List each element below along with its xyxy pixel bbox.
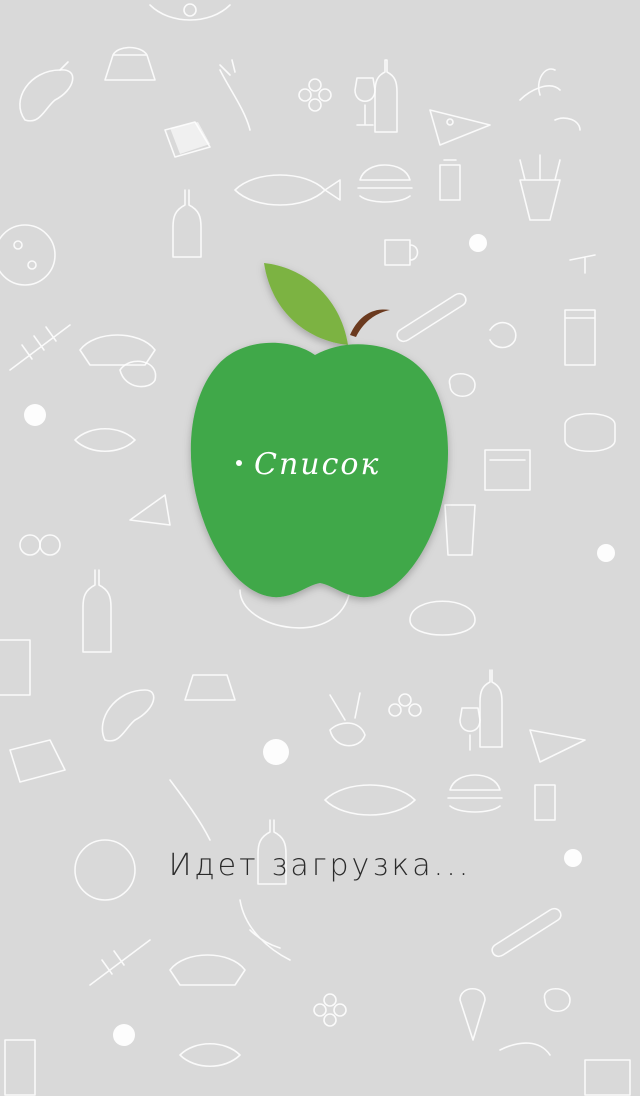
apple-stem	[350, 309, 390, 337]
app-name: Список	[254, 447, 381, 482]
loading-status-text: Идет загрузка...	[168, 848, 472, 883]
app-logo-title: Список	[228, 440, 428, 490]
green-apple-icon	[190, 263, 449, 598]
logo-bullet-dot	[236, 460, 242, 466]
apple-leaf	[264, 263, 348, 345]
